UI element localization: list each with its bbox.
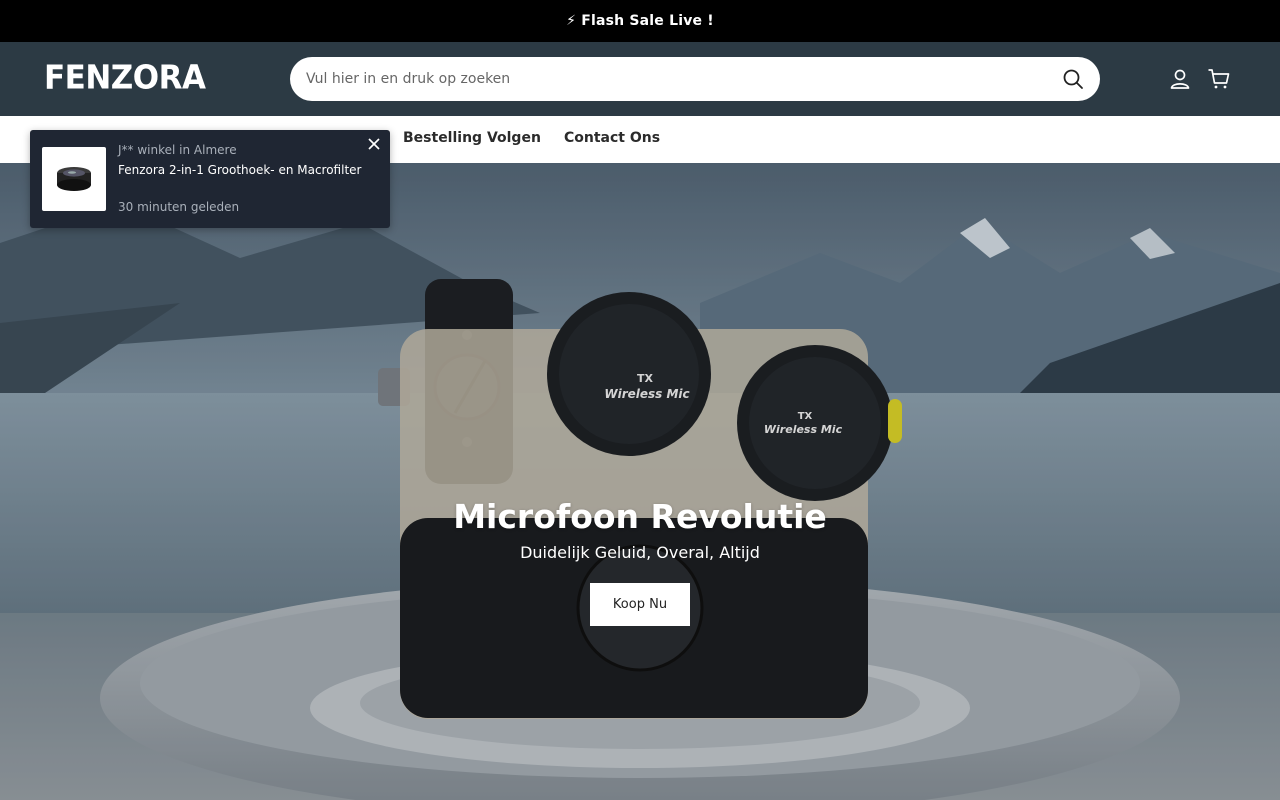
hero-subtitle: Duidelijk Geluid, Overal, Altijd	[520, 543, 760, 562]
site-logo[interactable]: FENZORA	[44, 59, 206, 97]
cart-icon[interactable]	[1207, 67, 1231, 91]
lens-icon	[57, 167, 91, 191]
site-header: FENZORA	[0, 42, 1280, 116]
popup-product-name[interactable]: Fenzora 2-in-1 Groothoek- en Macrofilter	[118, 163, 361, 177]
announcement-text: ⚡ Flash Sale Live !	[566, 13, 714, 29]
product-thumbnail[interactable]	[42, 147, 106, 211]
announcement-bar: ⚡ Flash Sale Live !	[0, 0, 1280, 42]
search-input[interactable]	[306, 71, 1062, 87]
search-bar	[290, 57, 1100, 101]
shop-now-button[interactable]: Koop Nu	[590, 583, 690, 626]
hero-banner: TX Wireless Mic TX Wireless Mic Microfoo…	[0, 163, 1280, 800]
close-icon[interactable]	[366, 136, 382, 152]
recent-purchase-popup[interactable]: J** winkel in Almere Fenzora 2-in-1 Groo…	[30, 130, 390, 228]
hero-title: Microfoon Revolutie	[453, 497, 827, 536]
account-icon[interactable]	[1168, 67, 1192, 91]
hero-background-image: TX Wireless Mic TX Wireless Mic	[0, 163, 1280, 800]
nav-item-order-tracking[interactable]: Bestelling Volgen	[403, 130, 541, 146]
search-icon[interactable]	[1062, 68, 1084, 90]
popup-buyer-location: J** winkel in Almere	[118, 143, 237, 157]
nav-item-contact[interactable]: Contact Ons	[564, 130, 660, 146]
popup-timestamp: 30 minuten geleden	[118, 200, 240, 214]
